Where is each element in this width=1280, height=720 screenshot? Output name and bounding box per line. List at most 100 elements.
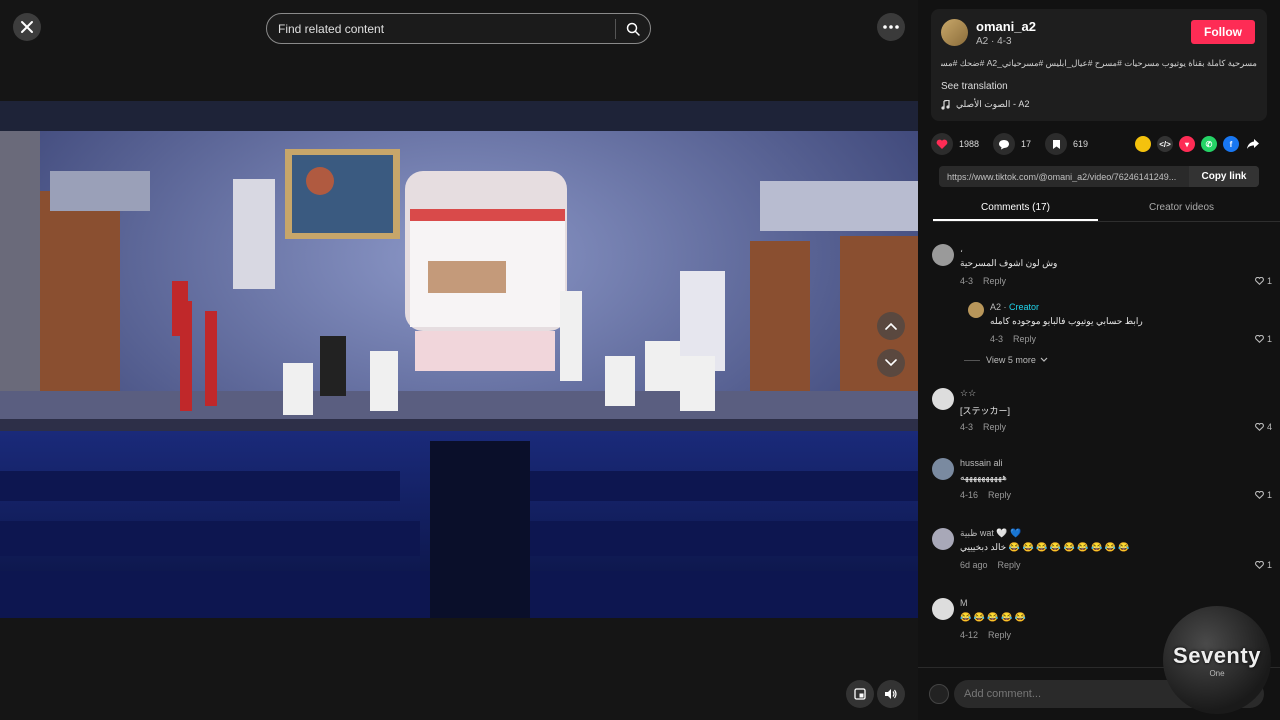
comment-text: 😂 😂 😂 😂 😂 xyxy=(960,612,1027,622)
music-label: الصوت الأصلي - A2 xyxy=(956,99,1030,109)
commenter-name[interactable]: ☆☆ xyxy=(960,388,976,399)
my-avatar xyxy=(929,684,949,704)
comment-text: وش لون اشوف المسرحية xyxy=(960,258,1058,268)
reply-button[interactable]: Reply xyxy=(983,276,1006,286)
creator-name: A2 · xyxy=(990,302,1010,312)
video-link-text[interactable]: https://www.tiktok.com/@omani_a2/video/7… xyxy=(939,172,1189,182)
comment-icon xyxy=(993,133,1016,155)
close-button[interactable] xyxy=(13,13,41,41)
engagement-row: 1988 17 619 </> ▾ ✆ f xyxy=(931,133,1267,155)
tab-comments[interactable]: Comments (17) xyxy=(933,197,1098,221)
comment-like[interactable]: 1 xyxy=(1255,560,1272,570)
commenter-name[interactable]: ، xyxy=(960,244,963,255)
copy-link-button[interactable]: Copy link xyxy=(1189,166,1259,187)
comment-count: 17 xyxy=(1021,139,1032,149)
music-row[interactable]: الصوت الأصلي - A2 xyxy=(941,99,1029,110)
author-card: omani_a2 A2 · 4-3 Follow مسرحية كاملة بق… xyxy=(931,9,1267,121)
comment-like-count: 1 xyxy=(1266,560,1272,570)
reply-button[interactable]: Reply xyxy=(988,490,1011,500)
comment-meta: 4-12 Reply xyxy=(960,630,1011,640)
reply-button[interactable]: Reply xyxy=(983,422,1006,432)
more-dots-icon xyxy=(883,25,899,29)
next-video-button[interactable] xyxy=(877,349,905,377)
comment-like[interactable]: 1 xyxy=(1255,334,1272,344)
commenter-name[interactable]: ظبية wat 🤍 💙 xyxy=(960,528,1021,539)
volume-button[interactable] xyxy=(877,680,905,708)
comment-like[interactable]: 1 xyxy=(1255,276,1272,286)
send-icon[interactable]: ▾ xyxy=(1179,136,1195,152)
comment-text: ههههههههههه xyxy=(960,472,1007,482)
video-link-row: https://www.tiktok.com/@omani_a2/video/7… xyxy=(939,166,1259,187)
watermark-subtitle: One xyxy=(1209,668,1225,678)
more-options-button[interactable] xyxy=(877,13,905,41)
follow-button[interactable]: Follow xyxy=(1191,20,1255,44)
video-player[interactable] xyxy=(0,101,918,618)
search-box xyxy=(266,13,651,44)
search-button[interactable] xyxy=(616,14,650,43)
video-area xyxy=(0,0,918,720)
comment-date: 6d ago xyxy=(960,560,988,570)
tab-creator-videos[interactable]: Creator videos xyxy=(1099,197,1264,221)
comment-text: خالد دبخيييي 😂 😂 😂 😂 😂 😂 😂 😂 😂 xyxy=(960,542,1130,552)
picture-in-picture-button[interactable] xyxy=(846,680,874,708)
heart-outline-icon xyxy=(1255,561,1264,569)
view-more-replies[interactable]: View 5 more xyxy=(964,355,1048,365)
commenter-avatar[interactable] xyxy=(932,598,954,620)
author-subline: A2 · 4-3 xyxy=(976,36,1012,47)
heart-outline-icon xyxy=(1255,335,1264,343)
search-input[interactable] xyxy=(267,14,615,43)
comment-date: 4-3 xyxy=(960,276,974,286)
embed-icon[interactable]: </> xyxy=(1157,136,1173,152)
facebook-icon[interactable]: f xyxy=(1223,136,1239,152)
bookmark-icon xyxy=(1045,133,1068,155)
comment-date: 4-16 xyxy=(960,490,979,500)
comment-text: رابط حسابي يوتيوب فالبايو موجوده كامله xyxy=(990,316,1143,326)
chevron-down-icon xyxy=(1040,357,1048,362)
previous-video-button[interactable] xyxy=(877,312,905,340)
commenter-avatar[interactable] xyxy=(932,528,954,550)
heart-outline-icon xyxy=(1255,277,1264,285)
whatsapp-icon[interactable]: ✆ xyxy=(1201,136,1217,152)
creator-avatar[interactable] xyxy=(968,302,984,318)
commenter-avatar[interactable] xyxy=(932,458,954,480)
reply-button[interactable]: Reply xyxy=(1013,334,1036,344)
commenter-name[interactable]: A2 · Creator xyxy=(990,302,1039,312)
comment-like-count: 1 xyxy=(1266,334,1272,344)
reply-button[interactable]: Reply xyxy=(998,560,1021,570)
comment-like[interactable]: 1 xyxy=(1255,490,1272,500)
comment-meta: 4-16 Reply xyxy=(960,490,1011,500)
comment-like-count: 4 xyxy=(1266,422,1272,432)
commenter-avatar[interactable] xyxy=(932,244,954,266)
search-icon xyxy=(626,22,640,36)
see-translation-link[interactable]: See translation xyxy=(941,81,1008,92)
commenter-name[interactable]: M xyxy=(960,598,968,608)
comment-item: ظبية wat 🤍 💙 خالد دبخيييي 😂 😂 😂 😂 😂 😂 😂 … xyxy=(932,528,1272,578)
video-caption: مسرحية كاملة بقناة يوتيوب مسرحيات #مسرح … xyxy=(941,58,1257,68)
comment-item: hussain ali ههههههههههه 4-16 Reply 1 xyxy=(932,458,1272,508)
comment-stat[interactable]: 17 xyxy=(993,133,1031,155)
comment-date: 4-3 xyxy=(960,422,974,432)
tabs: Comments (17) Creator videos xyxy=(933,197,1280,222)
comment-like[interactable]: 4 xyxy=(1255,422,1272,432)
chevron-up-icon xyxy=(885,322,897,330)
pip-icon xyxy=(854,688,866,700)
watermark-title: Seventy xyxy=(1173,642,1261,668)
comment-item: ☆☆ [ステッカー] 4-3 Reply 4 xyxy=(932,388,1272,438)
watermark-logo: Seventy One xyxy=(1163,606,1271,714)
heart-icon xyxy=(931,133,953,155)
comment-meta: 4-3 Reply xyxy=(960,422,1006,432)
commenter-name[interactable]: hussain ali xyxy=(960,458,1003,468)
comment-text: [ステッカー] xyxy=(960,406,1011,416)
comment-meta: 4-3 Reply xyxy=(990,334,1036,344)
reply-button[interactable]: Reply xyxy=(988,630,1011,640)
share-arrow-icon[interactable] xyxy=(1245,136,1261,152)
author-avatar[interactable] xyxy=(941,19,968,46)
like-stat[interactable]: 1988 xyxy=(931,133,979,155)
comment-like-count: 1 xyxy=(1266,490,1272,500)
comment-date: 4-3 xyxy=(990,334,1004,344)
comment-like-count: 1 xyxy=(1266,276,1272,286)
save-stat[interactable]: 619 xyxy=(1045,133,1088,155)
author-name[interactable]: omani_a2 xyxy=(976,19,1036,34)
coin-icon[interactable] xyxy=(1135,136,1151,152)
commenter-avatar[interactable] xyxy=(932,388,954,410)
